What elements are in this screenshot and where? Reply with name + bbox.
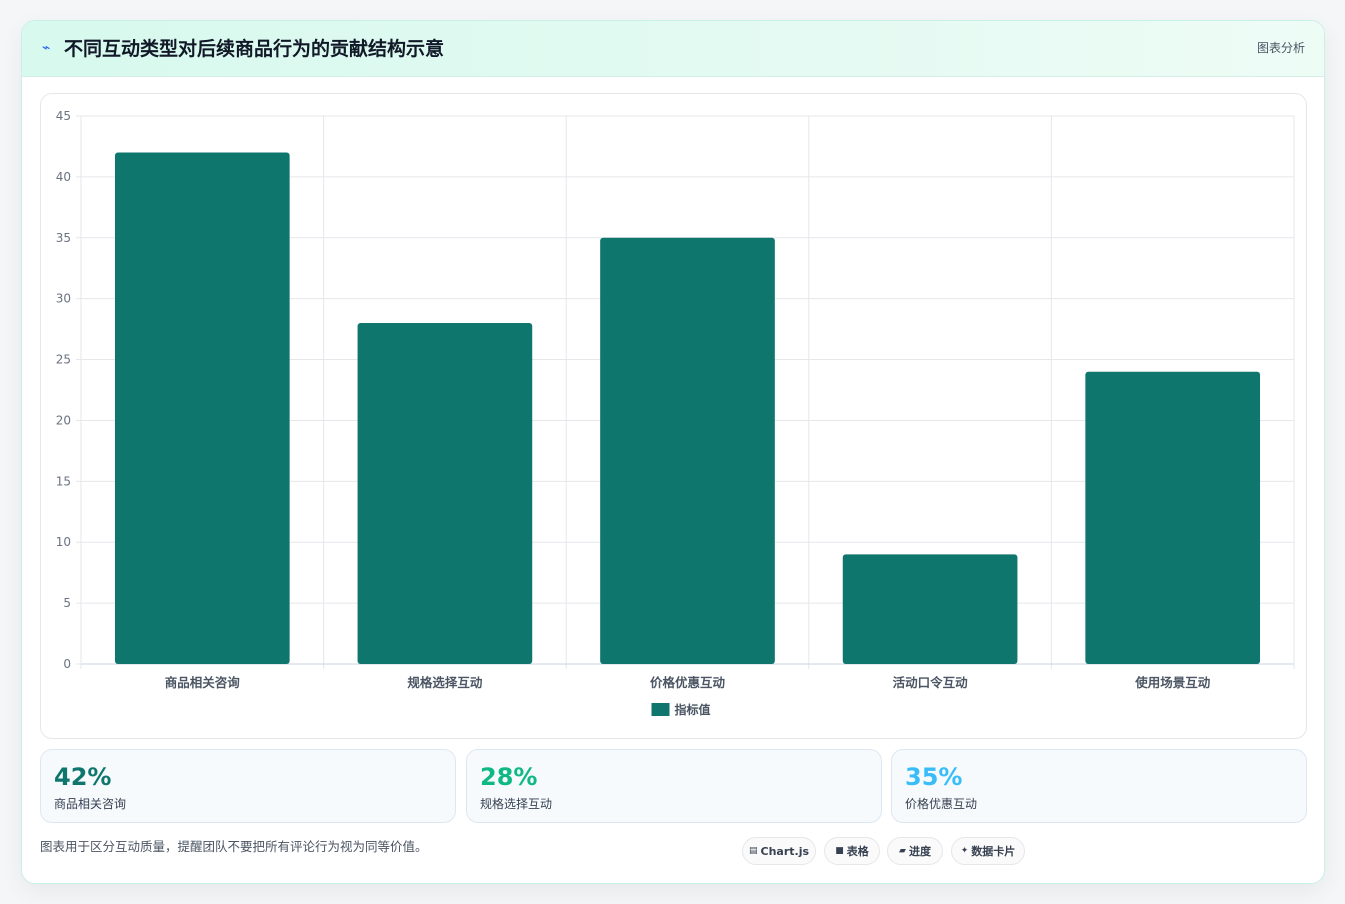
y-tick-label: 15 — [56, 474, 71, 488]
legend-swatch — [651, 703, 670, 716]
stat-value: 35% — [905, 763, 963, 791]
y-tick-label: 10 — [56, 535, 71, 549]
y-tick-label: 30 — [56, 292, 71, 306]
bar — [600, 237, 775, 664]
page-title: 不同互动类型对后续商品行为的贡献结构示意 — [64, 38, 445, 60]
y-tick-label: 45 — [56, 109, 71, 123]
chart-analysis-tag[interactable]: 图表分析 — [1257, 40, 1305, 56]
y-tick-label: 25 — [56, 353, 71, 367]
chart-icon: ▤ — [748, 846, 758, 856]
stat-value: 42% — [54, 763, 112, 791]
y-tick-label: 35 — [56, 231, 71, 245]
footnote: 图表用于区分互动质量，提醒团队不要把所有评论行为视为同等价值。 — [40, 839, 428, 854]
table-icon: ■ — [835, 846, 844, 856]
pill-table[interactable]: ■ 表格 — [824, 837, 880, 865]
y-tick-label: 5 — [63, 596, 71, 610]
pill-label: 进度 — [908, 845, 931, 858]
y-tick-label: 40 — [56, 170, 71, 184]
bar — [357, 323, 533, 664]
pill-label: 数据卡片 — [971, 845, 1016, 858]
pill-label: Chart.js — [760, 844, 810, 858]
x-tick-label: 价格优惠互动 — [650, 675, 726, 690]
stat-card-1: 42% 商品相关咨询 — [40, 749, 456, 823]
card-header: ⌁ 不同互动类型对后续商品行为的贡献结构示意 图表分析 — [22, 21, 1324, 77]
stat-card-3: 35% 价格优惠互动 — [891, 749, 1307, 823]
bar — [842, 554, 1018, 664]
progress-icon: ▰ — [899, 846, 906, 856]
sparkle-icon: ✦ — [960, 846, 969, 856]
x-tick-label: 活动口令互动 — [893, 675, 969, 690]
bar-chart: 0 5 10 15 20 25 30 35 40 45 商品相关咨询 规格选择互动 价格优惠互动 活动口令… — [56, 109, 1295, 717]
stat-label: 商品相关咨询 — [54, 797, 127, 811]
bar — [114, 152, 290, 664]
pill-progress[interactable]: ▰ 进度 — [887, 837, 943, 865]
stat-card-2: 28% 规格选择互动 — [466, 749, 882, 823]
pill-data-card[interactable]: ✦ 数据卡片 — [951, 837, 1025, 865]
x-tick-label: 规格选择互动 — [407, 675, 483, 690]
y-tick-label: 20 — [56, 413, 71, 427]
pill-label: 表格 — [846, 845, 869, 858]
x-tick-label: 使用场景互动 — [1134, 675, 1211, 690]
chart-panel: 0 5 10 15 20 25 30 35 40 45 商品相关咨询 规格选择互动 价格优惠互动 活动口令… — [40, 93, 1307, 739]
x-tick-label: 商品相关咨询 — [165, 675, 241, 690]
y-tick-label: 0 — [63, 657, 71, 671]
pill-chartjs[interactable]: ▤ Chart.js — [742, 837, 816, 865]
legend-label: 指标值 — [675, 702, 711, 717]
stat-label: 价格优惠互动 — [905, 797, 978, 811]
chart-card: ⌁ 不同互动类型对后续商品行为的贡献结构示意 图表分析 0 5 10 15 20 25 30… — [21, 20, 1325, 884]
stat-label: 规格选择互动 — [480, 797, 553, 811]
bar — [1085, 371, 1261, 664]
chart-line-icon: ⌁ — [42, 40, 51, 56]
stat-value: 28% — [480, 763, 538, 791]
